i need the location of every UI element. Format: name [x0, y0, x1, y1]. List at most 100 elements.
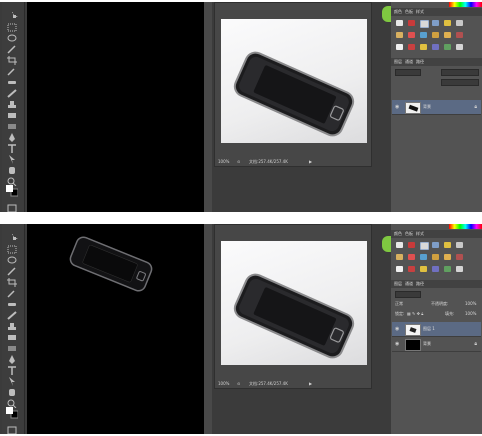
black-white-icon[interactable] [408, 254, 415, 260]
tab-layers[interactable]: 图层 [394, 59, 402, 64]
color-balance-icon[interactable] [396, 32, 403, 38]
shadows-icon[interactable] [444, 266, 451, 272]
vibrance-icon[interactable] [444, 242, 451, 248]
tab-layers[interactable]: 图层 [394, 281, 402, 286]
layer-row[interactable]: ◉ 图层 1 [392, 322, 481, 337]
gradient-map-icon[interactable] [420, 266, 427, 272]
hue-saturation-icon[interactable] [456, 242, 463, 248]
tab-styles[interactable]: 样式 [416, 9, 424, 14]
lasso-tool-icon[interactable] [6, 250, 18, 264]
black-white-icon[interactable] [408, 32, 415, 38]
pen-tool-icon[interactable] [6, 127, 18, 142]
layer-kind-filter[interactable] [395, 69, 421, 76]
brightness-icon[interactable] [396, 242, 403, 248]
quick-mask-icon[interactable] [6, 420, 18, 434]
zoom-tool-icon[interactable] [6, 393, 18, 409]
foreground-background-color-icon[interactable] [6, 182, 19, 197]
threshold-icon[interactable] [408, 44, 415, 50]
opacity-field[interactable] [441, 69, 479, 76]
invert-icon[interactable] [456, 32, 463, 38]
document-canvas-left[interactable] [27, 224, 204, 434]
selective-color-icon[interactable] [432, 44, 439, 50]
path-select-tool-icon[interactable] [6, 149, 18, 164]
quick-mask-icon[interactable] [6, 198, 18, 212]
channel-mixer-icon[interactable] [432, 32, 439, 38]
lasso-tool-icon[interactable] [6, 28, 18, 42]
foreground-background-color-icon[interactable] [6, 404, 19, 419]
color-spectrum[interactable] [449, 2, 482, 7]
threshold-icon[interactable] [408, 266, 415, 272]
type-tool-icon[interactable] [6, 138, 18, 153]
exposure-icon[interactable] [432, 20, 439, 26]
layer-kind-filter[interactable] [395, 291, 421, 298]
tab-color[interactable]: 颜色 [394, 231, 402, 236]
gradient-tool-icon[interactable] [6, 116, 18, 129]
type-tool-icon[interactable] [6, 360, 18, 375]
fill-field[interactable] [441, 79, 479, 86]
path-select-tool-icon[interactable] [6, 371, 18, 386]
document-window[interactable]: 100% ⊙ 文档:257.4K/257.4K ▶ [214, 224, 372, 389]
healing-brush-tool-icon[interactable] [6, 72, 18, 84]
move-tool-icon[interactable] [6, 6, 18, 18]
status-arrow-icon[interactable]: ▶ [309, 379, 312, 388]
photo-filter-icon[interactable] [420, 254, 427, 260]
color-lookup-icon[interactable] [444, 32, 451, 38]
eyedropper-tool-icon[interactable] [6, 61, 18, 76]
healing-brush-tool-icon[interactable] [6, 294, 18, 306]
selective-color-icon[interactable] [432, 266, 439, 272]
invert-icon[interactable] [456, 254, 463, 260]
marquee-tool-icon[interactable] [6, 17, 18, 32]
opacity-value[interactable]: 100% [465, 300, 476, 308]
tab-swatches[interactable]: 色板 [405, 231, 413, 236]
tab-paths[interactable]: 路径 [416, 59, 424, 64]
document-canvas-left[interactable] [27, 2, 204, 212]
brush-tool-icon[interactable] [6, 83, 18, 98]
exposure-icon[interactable] [432, 242, 439, 248]
quick-select-tool-icon[interactable] [6, 39, 18, 54]
visibility-eye-icon[interactable]: ◉ [395, 326, 399, 332]
tab-paths[interactable]: 路径 [416, 281, 424, 286]
curves-icon[interactable] [420, 20, 429, 28]
layer-row[interactable]: ◉ 背景 🔒︎ [392, 337, 481, 352]
visibility-eye-icon[interactable]: ◉ [395, 104, 399, 110]
eraser-tool-icon[interactable] [6, 105, 18, 118]
photo-filter-icon[interactable] [420, 32, 427, 38]
eyedropper-tool-icon[interactable] [6, 283, 18, 298]
tab-color[interactable]: 颜色 [394, 9, 402, 14]
document-window[interactable]: 100% ⊙ 文档:257.4K/257.4K ▶ [214, 2, 372, 167]
curves-icon[interactable] [420, 242, 429, 250]
hdr-toning-icon[interactable] [456, 266, 463, 272]
vibrance-icon[interactable] [444, 20, 451, 26]
color-balance-icon[interactable] [396, 254, 403, 260]
posterize-icon[interactable] [396, 266, 403, 272]
zoom-tool-icon[interactable] [6, 171, 18, 187]
tab-styles[interactable]: 样式 [416, 231, 424, 236]
hand-tool-icon[interactable] [6, 382, 18, 396]
eraser-tool-icon[interactable] [6, 327, 18, 340]
clone-stamp-tool-icon[interactable] [6, 94, 18, 108]
color-lookup-icon[interactable] [444, 254, 451, 260]
tab-channels[interactable]: 通道 [405, 281, 413, 286]
channel-mixer-icon[interactable] [432, 254, 439, 260]
layer-row[interactable]: ◉ 背景 🔒︎ [392, 100, 481, 115]
lock-options-icon[interactable]: ▦ ✎ ✥ 🔒︎ [407, 310, 423, 318]
crop-tool-icon[interactable] [6, 272, 18, 287]
color-spectrum[interactable] [449, 224, 482, 229]
status-arrow-icon[interactable]: ▶ [309, 157, 312, 166]
levels-icon[interactable] [408, 242, 415, 248]
move-tool-icon[interactable] [6, 228, 18, 240]
brightness-icon[interactable] [396, 20, 403, 26]
hdr-toning-icon[interactable] [456, 44, 463, 50]
hand-tool-icon[interactable] [6, 160, 18, 174]
posterize-icon[interactable] [396, 44, 403, 50]
shadows-icon[interactable] [444, 44, 451, 50]
tab-channels[interactable]: 通道 [405, 59, 413, 64]
tab-swatches[interactable]: 色板 [405, 9, 413, 14]
clone-stamp-tool-icon[interactable] [6, 316, 18, 330]
brush-tool-icon[interactable] [6, 305, 18, 320]
quick-select-tool-icon[interactable] [6, 261, 18, 276]
gradient-map-icon[interactable] [420, 44, 427, 50]
marquee-tool-icon[interactable] [6, 239, 18, 254]
fill-value[interactable]: 100% [465, 310, 476, 318]
hue-saturation-icon[interactable] [456, 20, 463, 26]
